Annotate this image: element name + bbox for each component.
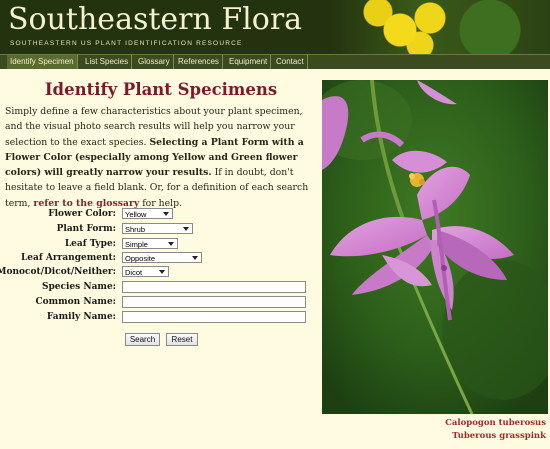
- site-header: Southeastern Flora SOUTHEASTERN US PLANT…: [0, 0, 550, 54]
- nav-references[interactable]: References: [175, 55, 223, 69]
- monocot-dicot-label: Monocot/Dicot/Neither:: [0, 267, 116, 277]
- header-flower-image: [330, 0, 550, 54]
- species-name-input[interactable]: [122, 281, 306, 293]
- site-title[interactable]: Southeastern Flora: [8, 2, 302, 37]
- monocot-dicot-select[interactable]: Dicot: [122, 266, 169, 277]
- nav-contact[interactable]: Contact: [273, 55, 308, 69]
- family-name-input[interactable]: [122, 311, 306, 323]
- chevron-down-icon: [168, 242, 174, 246]
- chevron-down-icon: [192, 256, 198, 260]
- monocot-dicot-value: Dicot: [125, 268, 143, 277]
- orchid-image: [322, 80, 548, 414]
- intro-text: Simply define a few characteristics abou…: [5, 104, 321, 211]
- flower-color-select[interactable]: Yellow: [122, 208, 173, 219]
- common-name-label: Common Name:: [35, 297, 116, 307]
- search-button[interactable]: Search: [125, 333, 160, 346]
- plant-form-label: Plant Form:: [56, 224, 116, 234]
- site-subtitle: SOUTHEASTERN US PLANT IDENTIFICATION RES…: [10, 40, 243, 47]
- specimen-photo: [322, 80, 548, 414]
- nav-equipment[interactable]: Equipment: [226, 55, 272, 69]
- photo-common-name[interactable]: Tuberous grasspink: [452, 431, 546, 441]
- plant-form-value: Shrub: [125, 225, 146, 234]
- leaf-arrangement-select[interactable]: Opposite: [122, 252, 202, 263]
- leaf-arrangement-label: Leaf Arrangement:: [20, 253, 116, 263]
- family-name-label: Family Name:: [46, 312, 116, 322]
- leaf-type-select[interactable]: Simple: [122, 238, 178, 249]
- page-title: Identify Plant Specimens: [44, 80, 278, 99]
- nav-identify-specimen[interactable]: Identify Specimen: [7, 55, 78, 69]
- nav-list-species[interactable]: List Species: [82, 55, 133, 69]
- plant-form-select[interactable]: Shrub: [122, 223, 193, 234]
- flower-color-value: Yellow: [125, 210, 147, 219]
- nav-glossary[interactable]: Glossary: [135, 55, 174, 69]
- flower-color-label: Flower Color:: [48, 209, 116, 219]
- leaf-type-value: Simple: [125, 240, 148, 249]
- reset-button[interactable]: Reset: [166, 333, 198, 346]
- chevron-down-icon: [183, 227, 189, 231]
- photo-scientific-name[interactable]: Calopogon tuberosus: [445, 418, 546, 428]
- chevron-down-icon: [159, 270, 165, 274]
- chevron-down-icon: [163, 212, 169, 216]
- leaf-type-label: Leaf Type:: [64, 239, 116, 249]
- common-name-input[interactable]: [122, 296, 306, 308]
- main-nav: Identify Specimen List Species Glossary …: [0, 54, 550, 69]
- species-name-label: Species Name:: [42, 282, 116, 292]
- leaf-arrangement-value: Opposite: [125, 254, 156, 263]
